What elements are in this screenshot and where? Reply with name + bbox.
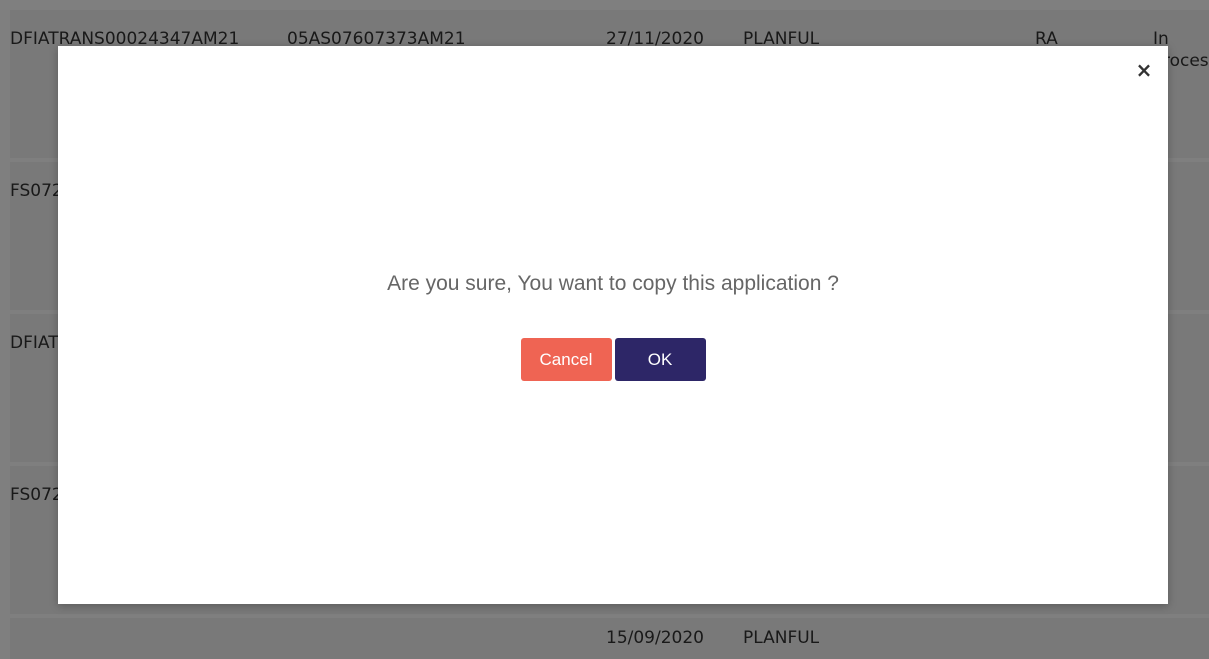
page: DFIATRANS00024347AM21 05AS07607373AM21 2… — [0, 0, 1209, 659]
ok-button[interactable]: OK — [614, 338, 706, 381]
dialog-message: Are you sure, You want to copy this appl… — [387, 272, 839, 295]
close-icon[interactable]: × — [1134, 60, 1154, 80]
confirm-copy-dialog: × Are you sure, You want to copy this ap… — [58, 46, 1168, 604]
cancel-button[interactable]: Cancel — [520, 338, 612, 381]
dialog-button-row: Cancel OK — [58, 338, 1168, 381]
